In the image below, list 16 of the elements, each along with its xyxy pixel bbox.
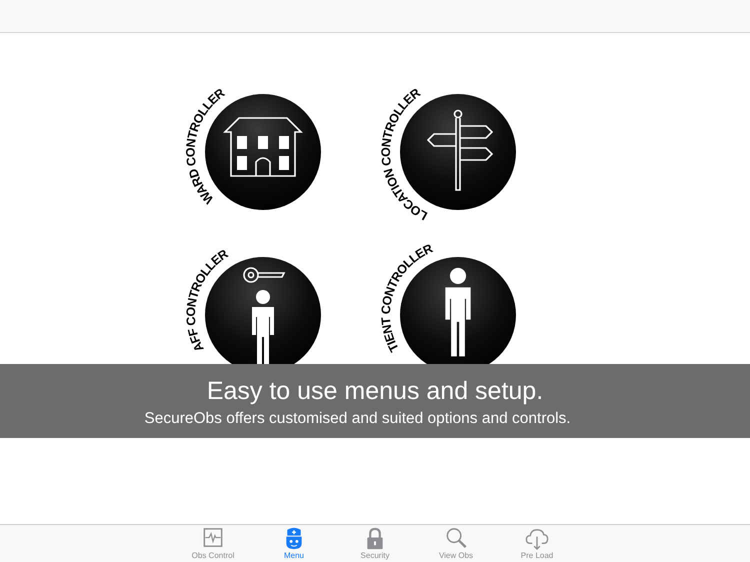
waveform-icon bbox=[204, 528, 222, 547]
nurse-icon bbox=[286, 528, 302, 550]
tab-item[interactable]: View Obs bbox=[416, 525, 496, 562]
tab-item[interactable]: Pre Load bbox=[496, 525, 578, 562]
padlock-icon bbox=[367, 528, 383, 550]
tab-item[interactable]: Menu bbox=[254, 525, 334, 562]
search-icon bbox=[446, 528, 466, 548]
tab-item[interactable]: Obs Control bbox=[172, 525, 254, 562]
banner-title: Easy to use menus and setup. bbox=[206, 376, 544, 406]
tab-item[interactable]: Security bbox=[334, 525, 416, 562]
signpost-icon bbox=[426, 110, 493, 191]
person-icon bbox=[444, 268, 470, 356]
key-icon bbox=[242, 267, 285, 283]
cloud-download-icon bbox=[526, 529, 548, 550]
banner-subtitle: SecureObs offers customised and suited options and controls. bbox=[144, 409, 571, 429]
person-icon bbox=[252, 290, 274, 364]
